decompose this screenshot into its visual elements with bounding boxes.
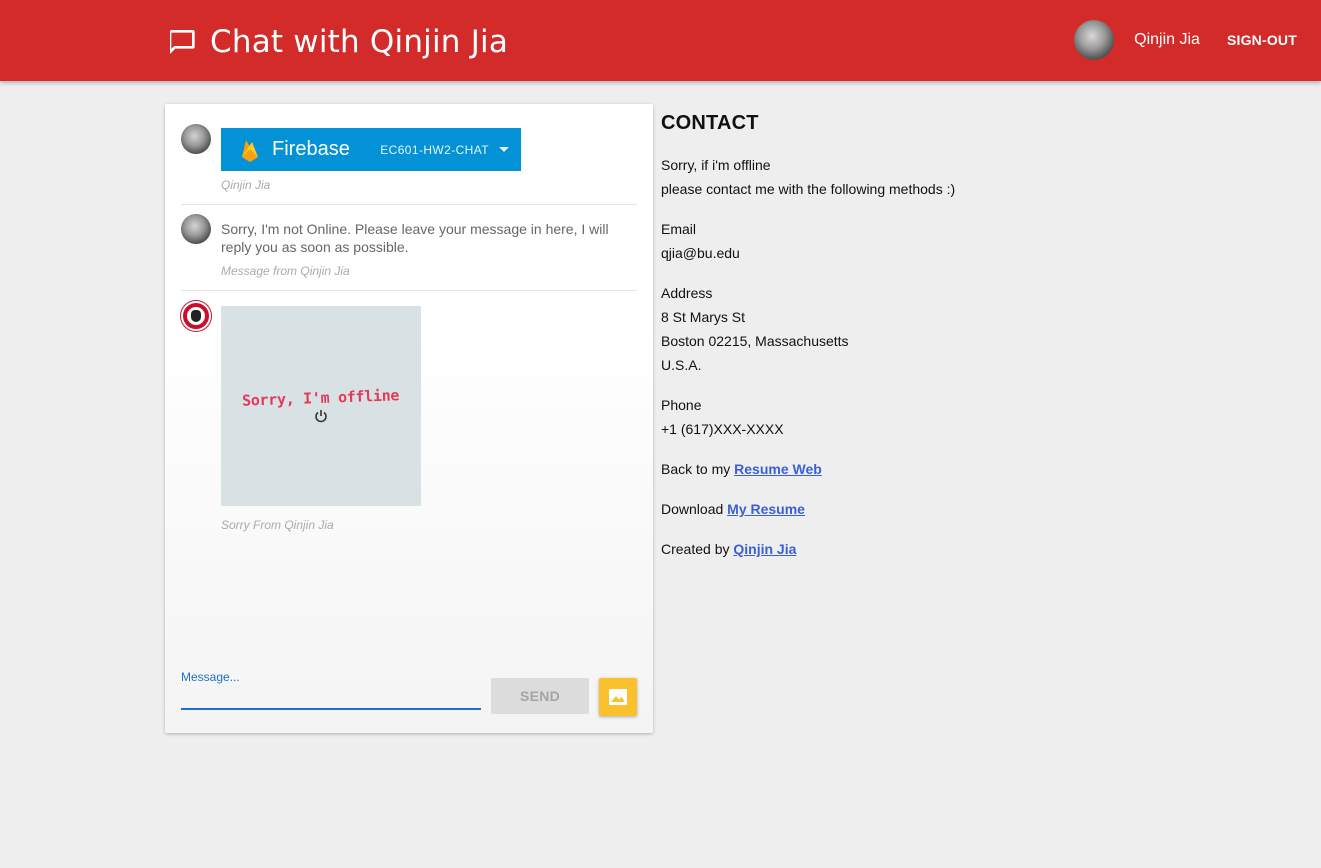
phone-label: Phone bbox=[661, 397, 702, 413]
email-label: Email bbox=[661, 221, 697, 237]
dropdown-caret-icon bbox=[499, 147, 509, 152]
email-value: qjia@bu.edu bbox=[661, 245, 740, 261]
phone-value: +1 (617)XXX-XXXX bbox=[661, 421, 784, 437]
message-caption: Message from Qinjin Jia bbox=[221, 264, 350, 278]
firebase-project-name: EC601-HW2-CHAT bbox=[380, 142, 489, 157]
contact-panel: CONTACT Sorry, if i'm offline please con… bbox=[661, 112, 1061, 577]
contact-heading: CONTACT bbox=[661, 112, 759, 134]
email-section: Email qjia@bu.edu bbox=[661, 217, 1061, 265]
send-button[interactable]: SEND bbox=[491, 678, 589, 714]
user-avatar bbox=[1074, 20, 1115, 60]
firebase-banner-image: Firebase EC601-HW2-CHAT bbox=[221, 128, 521, 171]
user-name: Qinjin Jia bbox=[1134, 31, 1200, 48]
image-icon bbox=[609, 689, 627, 705]
chat-card: Firebase EC601-HW2-CHAT Qinjin Jia Sorry… bbox=[165, 104, 653, 733]
message-avatar bbox=[181, 214, 211, 244]
chat-bubble-icon bbox=[166, 25, 200, 59]
message-item: Firebase EC601-HW2-CHAT Qinjin Jia bbox=[181, 124, 637, 205]
offline-image-text: Sorry, I'm offline bbox=[242, 386, 400, 410]
intro-line-2: please contact me with the following met… bbox=[661, 181, 956, 197]
address-line-1: 8 St Marys St bbox=[661, 309, 746, 325]
download-prefix: Download bbox=[661, 501, 728, 517]
bu-logo-avatar bbox=[181, 301, 211, 331]
message-avatar bbox=[181, 124, 211, 154]
address-line-2: Boston 02215, Massachusetts bbox=[661, 333, 849, 349]
user-section: Qinjin Jia SIGN-OUT bbox=[1074, 20, 1321, 60]
message-item: Sorry, I'm not Online. Please leave your… bbox=[181, 214, 637, 291]
author-link[interactable]: Qinjin Jia bbox=[733, 541, 796, 557]
message-text: Sorry, I'm not Online. Please leave your… bbox=[221, 221, 609, 255]
created-prefix: Created by bbox=[661, 541, 734, 557]
message-caption: Qinjin Jia bbox=[221, 178, 271, 192]
resume-web-link[interactable]: Resume Web bbox=[734, 461, 822, 477]
resume-web-line: Back to my Resume Web bbox=[661, 457, 1061, 481]
header-title-group: Chat with Qinjin Jia bbox=[166, 22, 508, 62]
address-section: Address 8 St Marys St Boston 02215, Mass… bbox=[661, 281, 1061, 377]
phone-section: Phone +1 (617)XXX-XXXX bbox=[661, 393, 1061, 441]
message-field-label: Message... bbox=[181, 670, 240, 684]
message-item: Sorry, I'm offline Sorry From Qinjin Jia bbox=[181, 301, 637, 532]
created-by-line: Created by Qinjin Jia bbox=[661, 537, 1061, 561]
firebase-flame-icon bbox=[242, 139, 258, 162]
app-header: Chat with Qinjin Jia Qinjin Jia SIGN-OUT bbox=[0, 0, 1321, 81]
my-resume-link[interactable]: My Resume bbox=[727, 501, 805, 517]
download-line: Download My Resume bbox=[661, 497, 1061, 521]
address-line-3: U.S.A. bbox=[661, 357, 702, 373]
signout-button[interactable]: SIGN-OUT bbox=[1227, 32, 1297, 48]
firebase-brand: Firebase bbox=[272, 138, 350, 160]
upload-image-button[interactable] bbox=[599, 678, 637, 716]
intro-line-1: Sorry, if i'm offline bbox=[661, 157, 771, 173]
contact-intro: Sorry, if i'm offline please contact me … bbox=[661, 153, 1061, 201]
address-label: Address bbox=[661, 285, 713, 301]
message-caption: Sorry From Qinjin Jia bbox=[221, 518, 334, 532]
offline-image: Sorry, I'm offline bbox=[221, 306, 421, 506]
resume-prefix: Back to my bbox=[661, 461, 735, 477]
power-icon bbox=[315, 410, 327, 423]
message-input[interactable] bbox=[181, 688, 481, 710]
page-title: Chat with Qinjin Jia bbox=[210, 24, 509, 60]
